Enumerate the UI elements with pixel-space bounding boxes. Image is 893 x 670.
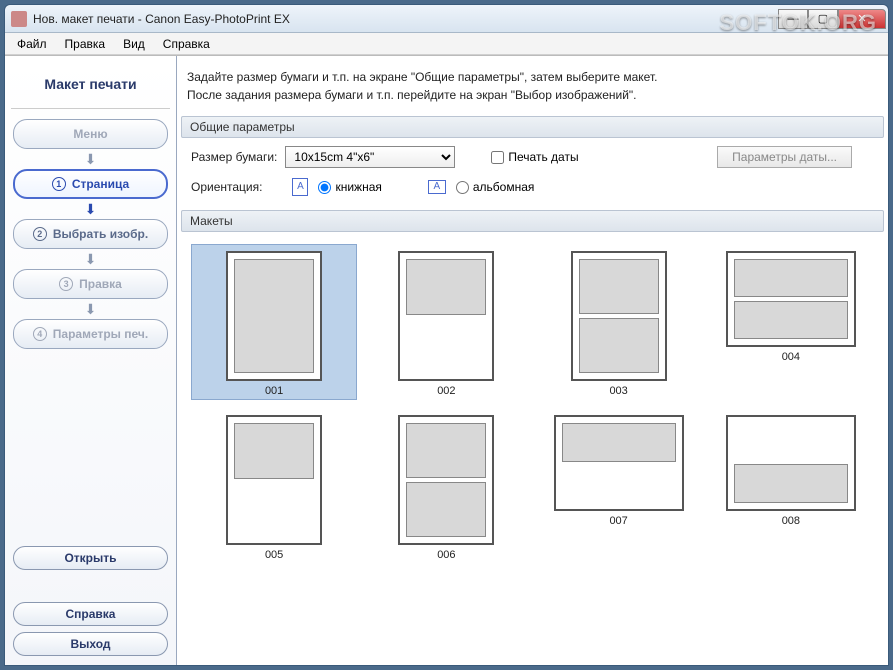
layout-item[interactable]: 007 — [536, 408, 702, 564]
menu-edit[interactable]: Правка — [57, 35, 114, 53]
menu-file[interactable]: Файл — [9, 35, 55, 53]
arrow-down-icon: ⬇ — [11, 153, 170, 165]
print-date-checkbox[interactable]: Печать даты — [491, 150, 578, 164]
layouts-group: Макеты 001 002 003 004 005 006 007 008 — [181, 210, 884, 659]
sidebar-title: Макет печати — [11, 62, 170, 109]
landscape-icon — [428, 180, 446, 194]
layout-item[interactable]: 008 — [708, 408, 874, 564]
main-panel: Задайте размер бумаги и т.п. на экране "… — [177, 56, 888, 665]
layout-caption: 008 — [782, 515, 800, 527]
layout-item[interactable]: 004 — [708, 244, 874, 400]
menu-help[interactable]: Справка — [155, 35, 218, 53]
arrow-down-icon: ⬇ — [11, 203, 170, 215]
layouts-scroll[interactable]: 001 002 003 004 005 006 007 008 — [181, 232, 884, 659]
arrow-down-icon: ⬇ — [11, 253, 170, 265]
open-button[interactable]: Открыть — [13, 546, 168, 570]
general-params-group: Общие параметры Размер бумаги: 10x15cm 4… — [181, 116, 884, 204]
layout-caption: 004 — [782, 351, 800, 363]
paper-size-select[interactable]: 10x15cm 4"x6" — [285, 146, 455, 168]
sidebar: Макет печати Меню ⬇ 1 Страница ⬇ 2 Выбра… — [5, 56, 177, 665]
exit-button[interactable]: Выход — [13, 632, 168, 656]
orientation-label: Ориентация: — [191, 180, 262, 194]
help-button[interactable]: Справка — [13, 602, 168, 626]
layout-caption: 005 — [265, 549, 283, 561]
arrow-down-icon: ⬇ — [11, 303, 170, 315]
layout-item[interactable]: 001 — [191, 244, 357, 400]
app-icon — [11, 11, 27, 27]
layout-caption: 006 — [437, 549, 455, 561]
content-area: Макет печати Меню ⬇ 1 Страница ⬇ 2 Выбра… — [5, 55, 888, 665]
nav-step-select-images[interactable]: 2 Выбрать изобр. — [13, 219, 168, 249]
layout-thumb — [726, 251, 856, 347]
date-params-button[interactable]: Параметры даты... — [717, 146, 852, 168]
window-controls: — ▢ ✕ — [778, 9, 886, 29]
nav-step-page[interactable]: 1 Страница — [13, 169, 168, 199]
layouts-header: Макеты — [181, 210, 884, 232]
nav-step-print-params[interactable]: 4 Параметры печ. — [13, 319, 168, 349]
portrait-icon — [292, 178, 308, 196]
orientation-landscape-radio[interactable]: альбомная — [456, 180, 535, 194]
nav-step-edit[interactable]: 3 Правка — [13, 269, 168, 299]
window-title: Нов. макет печати - Canon Easy-PhotoPrin… — [33, 12, 778, 26]
maximize-button[interactable]: ▢ — [808, 9, 838, 29]
layout-thumb — [571, 251, 667, 381]
titlebar: Нов. макет печати - Canon Easy-PhotoPrin… — [5, 5, 888, 33]
minimize-button[interactable]: — — [778, 9, 808, 29]
layout-thumb — [398, 251, 494, 381]
layout-thumb — [226, 415, 322, 545]
layout-thumb — [226, 251, 322, 381]
orientation-portrait-radio[interactable]: книжная — [318, 180, 381, 194]
layout-item[interactable]: 003 — [536, 244, 702, 400]
layout-caption: 001 — [265, 385, 283, 397]
menubar: Файл Правка Вид Справка — [5, 33, 888, 55]
layout-item[interactable]: 002 — [363, 244, 529, 400]
nav-menu-button[interactable]: Меню — [13, 119, 168, 149]
instruction-text: Задайте размер бумаги и т.п. на экране "… — [177, 56, 888, 116]
layout-item[interactable]: 005 — [191, 408, 357, 564]
menu-view[interactable]: Вид — [115, 35, 153, 53]
layout-caption: 002 — [437, 385, 455, 397]
layout-thumb — [554, 415, 684, 511]
layout-thumb — [398, 415, 494, 545]
layout-caption: 007 — [609, 515, 627, 527]
general-params-header: Общие параметры — [181, 116, 884, 138]
layout-caption: 003 — [609, 385, 627, 397]
layout-grid: 001 002 003 004 005 006 007 008 — [185, 240, 880, 568]
layout-item[interactable]: 006 — [363, 408, 529, 564]
layout-thumb — [726, 415, 856, 511]
close-button[interactable]: ✕ — [838, 9, 886, 29]
paper-size-label: Размер бумаги: — [191, 150, 277, 164]
app-window: Нов. макет печати - Canon Easy-PhotoPrin… — [4, 4, 889, 666]
